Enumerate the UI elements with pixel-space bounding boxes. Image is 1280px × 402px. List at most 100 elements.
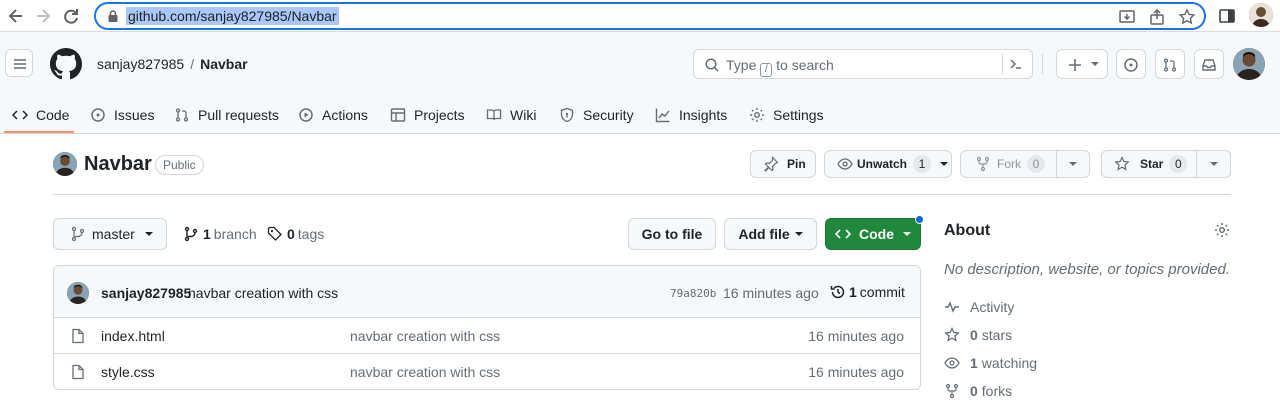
commit-author-avatar[interactable] — [67, 282, 89, 304]
url-text[interactable]: github.com/sanjay827985/Navbar — [126, 7, 339, 25]
bookmark-star-icon[interactable] — [1178, 8, 1196, 26]
commits-link[interactable]: 1 commit — [830, 284, 905, 300]
browser-profile-avatar[interactable] — [1249, 3, 1273, 27]
tab-security[interactable]: Security — [559, 96, 634, 134]
forks-count: 0 — [970, 383, 978, 399]
file-commit-message[interactable]: navbar creation with css — [350, 364, 500, 380]
branch-icon — [184, 226, 198, 242]
watching-count: 1 — [970, 355, 978, 371]
go-to-file-button[interactable]: Go to file — [628, 218, 716, 250]
breadcrumb-repo[interactable]: Navbar — [200, 56, 247, 72]
chevron-down-icon — [940, 162, 949, 166]
tab-settings[interactable]: Settings — [749, 96, 824, 134]
tab-label: Insights — [679, 107, 728, 123]
command-palette-icon[interactable] — [1002, 53, 1028, 75]
play-icon — [299, 108, 313, 122]
back-icon[interactable] — [6, 6, 26, 26]
pull-requests-button[interactable] — [1155, 49, 1185, 79]
eye-icon — [944, 357, 960, 369]
code-icon — [835, 229, 851, 239]
commit-sha[interactable]: 79a820b — [670, 287, 716, 300]
breadcrumb-owner[interactable]: sanjay827985 — [97, 56, 184, 72]
breadcrumb-separator: / — [190, 56, 195, 72]
watching-label: watching — [981, 355, 1038, 371]
address-bar[interactable]: github.com/sanjay827985/Navbar — [94, 2, 1206, 30]
star-label: Star — [1140, 157, 1164, 171]
tab-label: Code — [36, 107, 70, 123]
graph-icon — [655, 108, 670, 123]
side-panel-icon[interactable] — [1218, 7, 1236, 25]
pin-button[interactable]: Pin — [750, 150, 816, 178]
search-shortcut-key: / — [760, 63, 773, 77]
tab-pull-requests[interactable]: Pull requests — [174, 96, 279, 134]
share-icon[interactable] — [1148, 8, 1166, 26]
create-new-button[interactable] — [1056, 49, 1108, 79]
unwatch-button[interactable]: Unwatch 1 — [824, 150, 952, 178]
tab-wiki[interactable]: Wiki — [486, 96, 536, 134]
pin-icon — [764, 156, 779, 172]
issues-button[interactable] — [1116, 49, 1146, 79]
tab-code[interactable]: Code — [12, 96, 69, 134]
forward-icon[interactable] — [33, 6, 53, 26]
issue-icon — [91, 108, 105, 122]
code-button[interactable]: Code — [825, 215, 924, 250]
chevron-down-icon — [794, 232, 803, 236]
file-commit-time: 16 minutes ago — [808, 328, 904, 344]
go-to-file-label: Go to file — [641, 226, 703, 242]
file-name[interactable]: style.css — [101, 364, 155, 380]
star-counter: 0 — [1169, 155, 1188, 173]
tab-issues[interactable]: Issues — [90, 96, 154, 134]
issue-icon — [1124, 58, 1138, 72]
github-logo-icon[interactable] — [50, 48, 82, 80]
fork-button[interactable]: Fork 0 — [960, 150, 1057, 178]
shield-icon — [560, 107, 574, 123]
history-icon — [830, 285, 845, 299]
fork-dropdown-button[interactable] — [1056, 150, 1090, 178]
activity-label: Activity — [970, 299, 1015, 315]
unwatch-label: Unwatch — [857, 157, 908, 171]
repo-title[interactable]: Navbar — [84, 153, 152, 176]
activity-link[interactable]: Activity — [944, 299, 1014, 315]
stars-link[interactable]: 0 stars — [944, 327, 1012, 343]
tab-insights[interactable]: Insights — [655, 96, 727, 134]
install-icon[interactable] — [1118, 8, 1136, 26]
reload-icon[interactable] — [61, 6, 81, 26]
star-dropdown-button[interactable] — [1196, 150, 1231, 178]
menu-icon[interactable] — [5, 49, 33, 77]
lock-icon[interactable] — [106, 9, 120, 23]
commit-count-label: commit — [859, 284, 905, 300]
file-commit-message[interactable]: navbar creation with css — [350, 328, 500, 344]
tab-actions[interactable]: Actions — [298, 96, 368, 134]
avatar[interactable] — [1233, 48, 1265, 80]
eye-icon — [837, 158, 853, 170]
commit-author[interactable]: sanjay827985 — [101, 285, 191, 301]
commit-time: 16 minutes ago — [723, 285, 819, 301]
commit-message[interactable]: navbar creation with css — [188, 285, 338, 301]
commit-count: 1 — [849, 284, 857, 300]
table-row: style.css navbar creation with css 16 mi… — [54, 353, 920, 389]
tags-label: tags — [297, 226, 325, 242]
browser-toolbar: github.com/sanjay827985/Navbar — [0, 0, 1280, 32]
add-file-button[interactable]: Add file — [724, 218, 817, 250]
tab-projects[interactable]: Projects — [390, 96, 465, 134]
gear-icon[interactable] — [1214, 222, 1230, 238]
file-name[interactable]: index.html — [101, 328, 165, 344]
tab-label: Issues — [114, 107, 155, 123]
repo-owner-avatar[interactable] — [53, 152, 77, 176]
watching-link[interactable]: 1 watching — [944, 355, 1037, 371]
fork-counter: 0 — [1027, 155, 1045, 173]
tags-link[interactable]: 0 tags — [267, 226, 324, 242]
forks-link[interactable]: 0 forks — [944, 383, 1012, 399]
file-list: sanjay827985 navbar creation with css 79… — [53, 265, 921, 390]
branches-link[interactable]: 1 branch — [183, 226, 257, 242]
star-button[interactable]: Star 0 — [1101, 150, 1197, 178]
pull-request-icon — [175, 108, 189, 122]
add-file-label: Add file — [738, 226, 790, 242]
inbox-button[interactable] — [1194, 49, 1224, 79]
header-divider — [1042, 54, 1043, 74]
fork-icon — [976, 156, 990, 172]
code-label: Code — [859, 226, 894, 242]
search-input[interactable]: Type / to search — [693, 49, 1033, 79]
latest-commit-row: sanjay827985 navbar creation with css 79… — [54, 266, 920, 318]
branch-select-button[interactable]: master — [53, 218, 167, 250]
